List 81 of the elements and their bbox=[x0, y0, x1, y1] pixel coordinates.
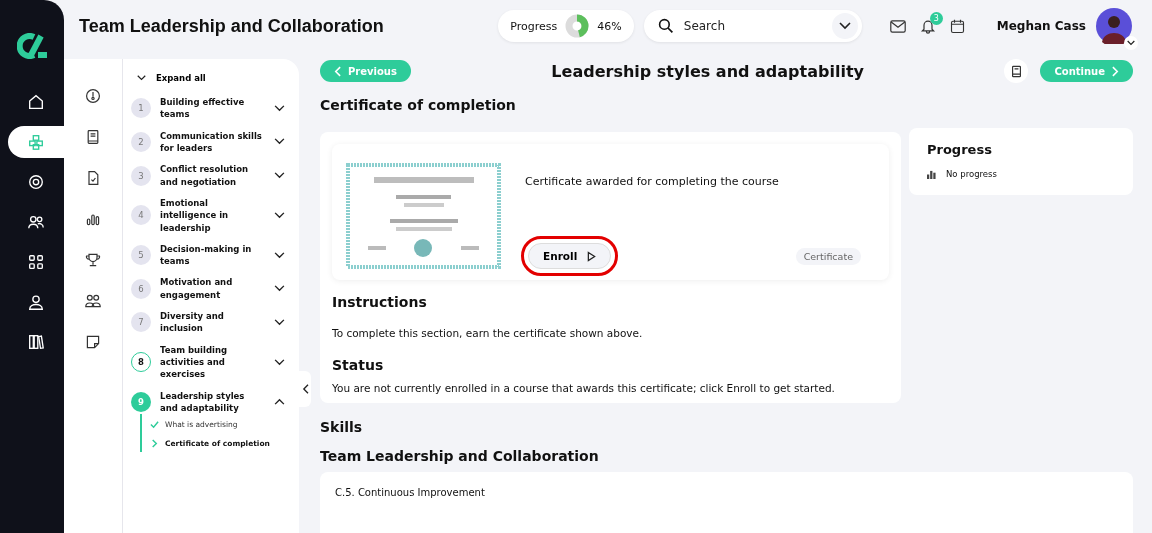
caret-icon bbox=[838, 22, 851, 30]
certificate-tag: Certificate bbox=[795, 247, 861, 265]
lesson-title: Leadership styles and adaptability bbox=[550, 61, 865, 81]
play-icon bbox=[587, 250, 597, 262]
search-field[interactable]: Search bbox=[643, 10, 862, 42]
status-text: You are not currently enrolled in a course that awards this certificate; click Enroll to get started. bbox=[332, 382, 836, 394]
target-icon bbox=[27, 173, 45, 191]
step-number: 4 bbox=[131, 205, 151, 226]
module-title[interactable]: Communication skills for leaders bbox=[160, 129, 265, 155]
check-icon bbox=[150, 420, 159, 430]
collapse-icon[interactable] bbox=[274, 398, 285, 406]
skill-group-heading: Team Leadership and Collaboration bbox=[320, 448, 600, 464]
account-menu-button[interactable] bbox=[1124, 36, 1138, 50]
calendar-icon[interactable] bbox=[949, 18, 965, 34]
cubes-icon bbox=[27, 133, 45, 151]
user-name: Meghan Cass bbox=[996, 19, 1086, 33]
progress-percent: 46% bbox=[597, 19, 622, 33]
progress-status: No progress bbox=[946, 169, 997, 179]
module-title[interactable]: Decision-making in teams bbox=[160, 242, 265, 268]
user-icon bbox=[27, 293, 45, 311]
module-title[interactable]: Building effective teams bbox=[160, 96, 265, 121]
grid-icon bbox=[27, 253, 45, 271]
home-icon bbox=[27, 93, 45, 111]
search-icon bbox=[657, 18, 674, 34]
certificate-description: Certificate awarded for completing the course bbox=[525, 175, 780, 188]
module-title[interactable]: Emotional intelligence in leadership bbox=[160, 196, 265, 234]
people-icon bbox=[27, 213, 45, 231]
caret-icon bbox=[1127, 40, 1135, 46]
module-title[interactable]: Conflict resolution and negotiation bbox=[160, 163, 265, 188]
book-icon bbox=[1009, 64, 1023, 78]
step-number: 2 bbox=[131, 131, 151, 152]
section-heading: Certificate of completion bbox=[320, 97, 517, 113]
step-number: 7 bbox=[131, 312, 151, 333]
expand-icon[interactable] bbox=[274, 138, 285, 146]
expand-all-button[interactable]: Expand all bbox=[131, 73, 289, 83]
status-heading: Status bbox=[332, 357, 385, 373]
mail-icon[interactable] bbox=[889, 19, 906, 33]
skills-heading: Skills bbox=[320, 419, 364, 435]
avatar[interactable] bbox=[1096, 8, 1132, 44]
notification-badge: 3 bbox=[929, 12, 943, 25]
doc-icon[interactable] bbox=[85, 170, 101, 186]
chevron-icon bbox=[1112, 65, 1119, 77]
progress-donut bbox=[565, 14, 590, 38]
step-number: 9 bbox=[131, 391, 151, 412]
nav-button[interactable] bbox=[8, 126, 64, 158]
expand-icon[interactable] bbox=[274, 285, 285, 293]
step-number: 3 bbox=[131, 165, 151, 186]
module-title[interactable]: Leadership styles and adaptability bbox=[160, 389, 265, 415]
skill-item: C.5. Continuous Improvement bbox=[335, 487, 485, 498]
chevron-icon bbox=[150, 439, 159, 449]
module-title[interactable]: Team building activities and exercises bbox=[160, 343, 265, 381]
expand-icon[interactable] bbox=[274, 318, 285, 326]
books-icon bbox=[27, 333, 45, 351]
module-title[interactable]: Diversity and inclusion bbox=[160, 310, 265, 335]
book-button[interactable] bbox=[1004, 59, 1029, 83]
note-icon[interactable] bbox=[85, 334, 101, 350]
chart-icon bbox=[927, 169, 936, 179]
logo-icon bbox=[17, 33, 47, 59]
bell-icon[interactable] bbox=[919, 18, 936, 34]
step-number: 6 bbox=[131, 278, 151, 299]
collapse-panel-button[interactable] bbox=[299, 371, 311, 407]
course-title: Team Leadership and Collaboration bbox=[79, 15, 385, 37]
gauge-icon[interactable] bbox=[85, 88, 101, 104]
instructions-heading: Instructions bbox=[332, 294, 428, 310]
chevron-icon bbox=[334, 65, 341, 77]
expand-icon[interactable] bbox=[274, 358, 285, 366]
step-number: 5 bbox=[131, 245, 151, 266]
caret-icon bbox=[137, 75, 146, 81]
step-number: 1 bbox=[131, 98, 151, 119]
trophy-icon[interactable] bbox=[85, 252, 101, 268]
instructions-text: To complete this section, earn the certificate shown above. bbox=[332, 327, 644, 339]
book-icon[interactable] bbox=[85, 129, 101, 145]
group-icon[interactable] bbox=[85, 293, 101, 309]
chevron-icon bbox=[301, 384, 309, 394]
expand-icon[interactable] bbox=[274, 172, 285, 180]
expand-icon[interactable] bbox=[274, 104, 285, 112]
progress-heading: Progress bbox=[927, 142, 993, 157]
progress-label: Progress bbox=[510, 19, 558, 33]
expand-icon[interactable] bbox=[274, 251, 285, 259]
module-title[interactable]: Motivation and engagement bbox=[160, 276, 265, 302]
expand-icon[interactable] bbox=[274, 211, 285, 219]
